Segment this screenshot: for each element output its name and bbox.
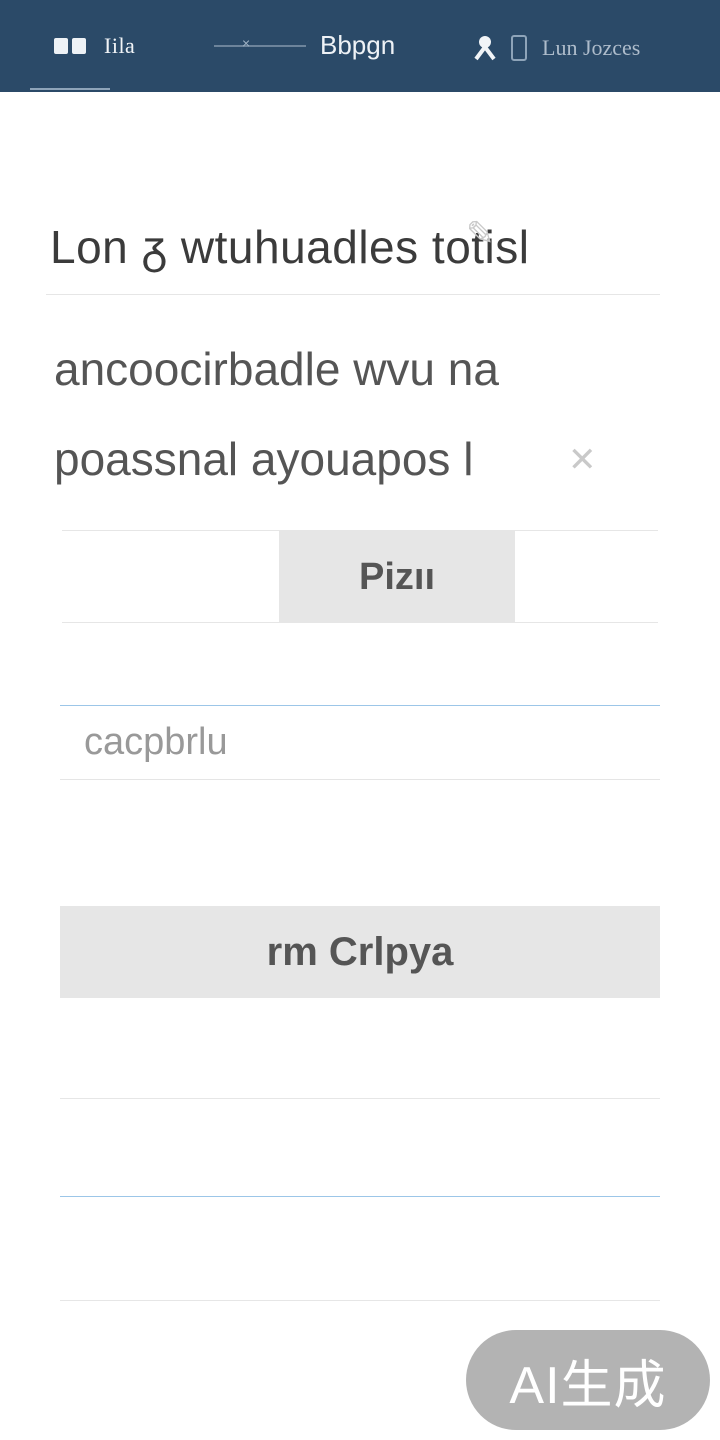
- text-input[interactable]: [60, 706, 660, 779]
- section-divider: [62, 622, 658, 623]
- empty-field-line[interactable]: [60, 1196, 660, 1197]
- tab-home-label: Iila: [104, 33, 136, 58]
- list-divider: [60, 1300, 660, 1301]
- tab-search-label: Bbpgn: [320, 30, 396, 60]
- title-divider: [46, 294, 660, 295]
- close-icon: ✕: [568, 441, 597, 479]
- tab-home[interactable]: Iila: [52, 33, 135, 59]
- user-icon: [474, 35, 496, 61]
- user-menu[interactable]: Lun Jozces: [474, 34, 640, 62]
- text-field-container: [60, 706, 660, 780]
- pen-icon: ✎: [466, 215, 495, 253]
- primary-button[interactable]: Pizıı: [279, 531, 515, 623]
- description-line-1: ancoocirbadle wvu na: [54, 343, 499, 395]
- book-icon: [52, 36, 90, 56]
- divider-icon: [214, 35, 306, 51]
- top-navigation-bar: Iila Bbpgn Lun Jozces: [0, 0, 720, 92]
- active-tab-indicator: [30, 88, 110, 90]
- tab-search[interactable]: Bbpgn: [214, 30, 395, 61]
- user-name: Lun Jozces: [542, 35, 641, 60]
- ai-generated-badge: AI生成: [466, 1330, 710, 1430]
- list-divider: [60, 1098, 660, 1099]
- page-title: Lon ᵹ wtuhuadles totisl: [50, 221, 530, 273]
- description-line-2: poassnal ayouapos l: [54, 433, 474, 485]
- phone-icon: [510, 34, 528, 62]
- secondary-button[interactable]: rm Crlpya: [60, 906, 660, 998]
